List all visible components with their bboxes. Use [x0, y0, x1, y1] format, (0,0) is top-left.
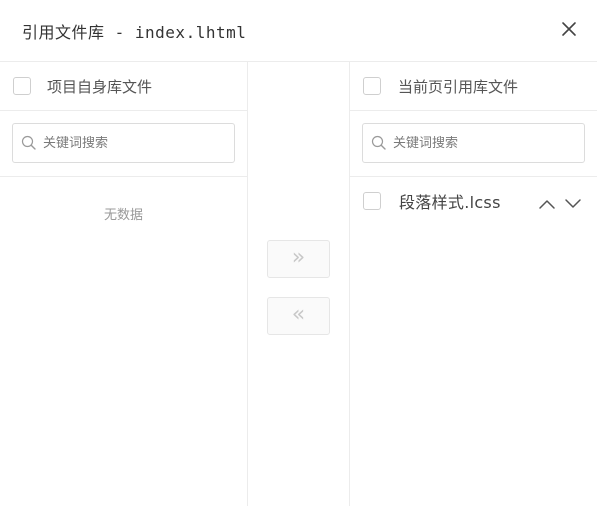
- empty-state-text: 无数据: [103, 208, 143, 223]
- move-up-button[interactable]: [538, 195, 556, 213]
- source-panel-header: 项目自身库文件: [0, 62, 247, 111]
- source-search-row: [0, 111, 247, 177]
- source-select-all-checkbox[interactable]: [13, 77, 31, 95]
- close-button[interactable]: [555, 13, 583, 45]
- search-icon: [371, 135, 386, 150]
- target-search-row: [350, 111, 597, 177]
- move-down-button[interactable]: [564, 195, 582, 213]
- list-item[interactable]: 段落样式.lcss: [350, 177, 597, 225]
- move-to-left-button[interactable]: «: [267, 297, 330, 335]
- source-panel-title: 项目自身库文件: [47, 77, 153, 96]
- source-panel: 项目自身库文件 无数据: [0, 62, 248, 506]
- chevron-down-icon: [565, 199, 581, 208]
- move-to-right-button[interactable]: »: [267, 240, 330, 278]
- target-panel: 当前页引用库文件 段落样式.lcss: [349, 62, 597, 506]
- list-item-label: 段落样式.lcss: [399, 193, 501, 212]
- target-search-box[interactable]: [362, 123, 585, 163]
- source-search-input[interactable]: [43, 135, 223, 151]
- close-icon: [562, 22, 576, 36]
- reference-library-dialog: 引用文件库 - index.lhtml 项目自身库文件 无数据 » «: [0, 0, 597, 506]
- target-search-input[interactable]: [393, 135, 573, 151]
- list-item-checkbox[interactable]: [363, 192, 381, 210]
- target-panel-header: 当前页引用库文件: [350, 62, 597, 111]
- search-icon: [21, 135, 36, 150]
- dialog-header: 引用文件库 - index.lhtml: [0, 0, 597, 62]
- chevron-up-icon: [539, 200, 555, 209]
- target-select-all-checkbox[interactable]: [363, 77, 381, 95]
- source-search-box[interactable]: [12, 123, 235, 163]
- dialog-title: 引用文件库 - index.lhtml: [22, 23, 247, 42]
- target-panel-title: 当前页引用库文件: [398, 77, 519, 96]
